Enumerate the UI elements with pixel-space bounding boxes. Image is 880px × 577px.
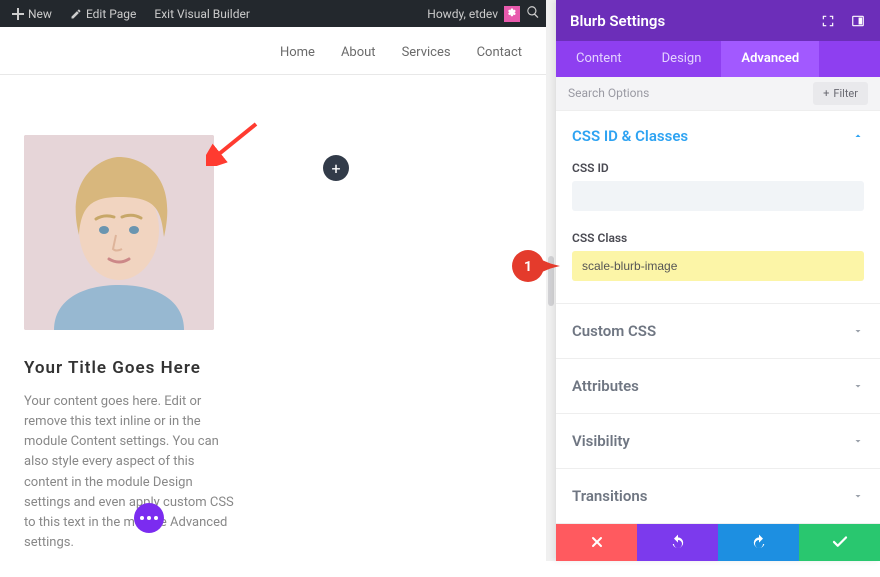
add-module-button[interactable]: + [323, 155, 349, 181]
adminbar-edit-page[interactable]: Edit Page [64, 0, 142, 27]
adminbar-exit-label: Exit Visual Builder [154, 7, 250, 21]
panel-header: Blurb Settings [556, 0, 880, 41]
page-content: Home About Services Contact Your Title G… [0, 27, 546, 561]
plus-icon [12, 8, 24, 20]
nav-services[interactable]: Services [402, 45, 451, 60]
adminbar-new[interactable]: New [6, 0, 58, 27]
search-icon[interactable] [526, 5, 540, 22]
adminbar-edit-label: Edit Page [86, 7, 136, 21]
tab-design[interactable]: Design [642, 41, 722, 77]
undo-button[interactable] [637, 524, 718, 561]
check-icon [831, 533, 849, 551]
section-custom-css[interactable]: Custom CSS [556, 304, 880, 359]
adminbar-howdy: Howdy, etdev [427, 7, 498, 21]
module-fab-button[interactable] [134, 503, 164, 533]
settings-panel: Blurb Settings Content Design Advanced S… [556, 0, 880, 561]
blurb-title[interactable]: Your Title Goes Here [24, 358, 522, 378]
save-button[interactable] [799, 524, 880, 561]
adminbar-exit-vb[interactable]: Exit Visual Builder [148, 0, 256, 27]
dot-icon [147, 516, 151, 520]
css-class-label: CSS Class [572, 231, 864, 245]
section-header-css[interactable]: CSS ID & Classes [572, 127, 864, 145]
panel-title: Blurb Settings [570, 12, 665, 30]
section-title-transitions: Transitions [572, 487, 647, 505]
search-placeholder[interactable]: Search Options [568, 86, 649, 100]
blurb-image[interactable] [24, 135, 214, 330]
chevron-down-icon [852, 435, 864, 447]
section-title-attributes: Attributes [572, 377, 639, 395]
dock-icon[interactable] [850, 13, 866, 29]
search-row: Search Options + Filter [556, 77, 880, 111]
chevron-down-icon [852, 380, 864, 392]
cancel-button[interactable] [556, 524, 637, 561]
filter-button[interactable]: + Filter [813, 82, 868, 105]
blurb-body[interactable]: Your content goes here. Edit or remove t… [24, 392, 234, 553]
avatar[interactable]: ✽ [504, 6, 520, 22]
panel-tabs: Content Design Advanced [556, 41, 880, 77]
plus-icon: + [331, 159, 340, 178]
dot-icon [154, 516, 158, 520]
section-transitions[interactable]: Transitions [556, 469, 880, 524]
annotation-callout-1: 1 [512, 250, 560, 282]
panel-footer [556, 524, 880, 561]
section-title-visibility: Visibility [572, 432, 630, 450]
tab-advanced[interactable]: Advanced [721, 41, 819, 77]
chevron-down-icon [852, 325, 864, 337]
redo-button[interactable] [718, 524, 799, 561]
section-attributes[interactable]: Attributes [556, 359, 880, 414]
fullscreen-icon[interactable] [820, 13, 836, 29]
css-class-input[interactable] [572, 251, 864, 281]
plus-icon: + [823, 87, 829, 100]
chevron-up-icon [852, 130, 864, 142]
nav-contact[interactable]: Contact [477, 45, 522, 60]
admin-bar: New Edit Page Exit Visual Builder Howdy,… [0, 0, 546, 27]
nav-about[interactable]: About [341, 45, 376, 60]
callout-number: 1 [524, 259, 532, 275]
redo-icon [751, 534, 767, 550]
undo-icon [670, 534, 686, 550]
close-icon [589, 534, 605, 550]
chevron-down-icon [852, 490, 864, 502]
filter-label: Filter [833, 87, 858, 100]
section-visibility[interactable]: Visibility [556, 414, 880, 469]
main-nav: Home About Services Contact [0, 27, 546, 75]
tab-content[interactable]: Content [556, 41, 642, 77]
pencil-icon [70, 8, 82, 20]
adminbar-new-label: New [28, 7, 52, 21]
dot-icon [140, 516, 144, 520]
section-title-css: CSS ID & Classes [572, 127, 688, 145]
css-id-label: CSS ID [572, 161, 864, 175]
section-css-id-classes: CSS ID & Classes CSS ID CSS Class [556, 111, 880, 304]
css-id-input[interactable] [572, 181, 864, 211]
nav-home[interactable]: Home [280, 45, 315, 60]
section-title-customcss: Custom CSS [572, 322, 656, 340]
